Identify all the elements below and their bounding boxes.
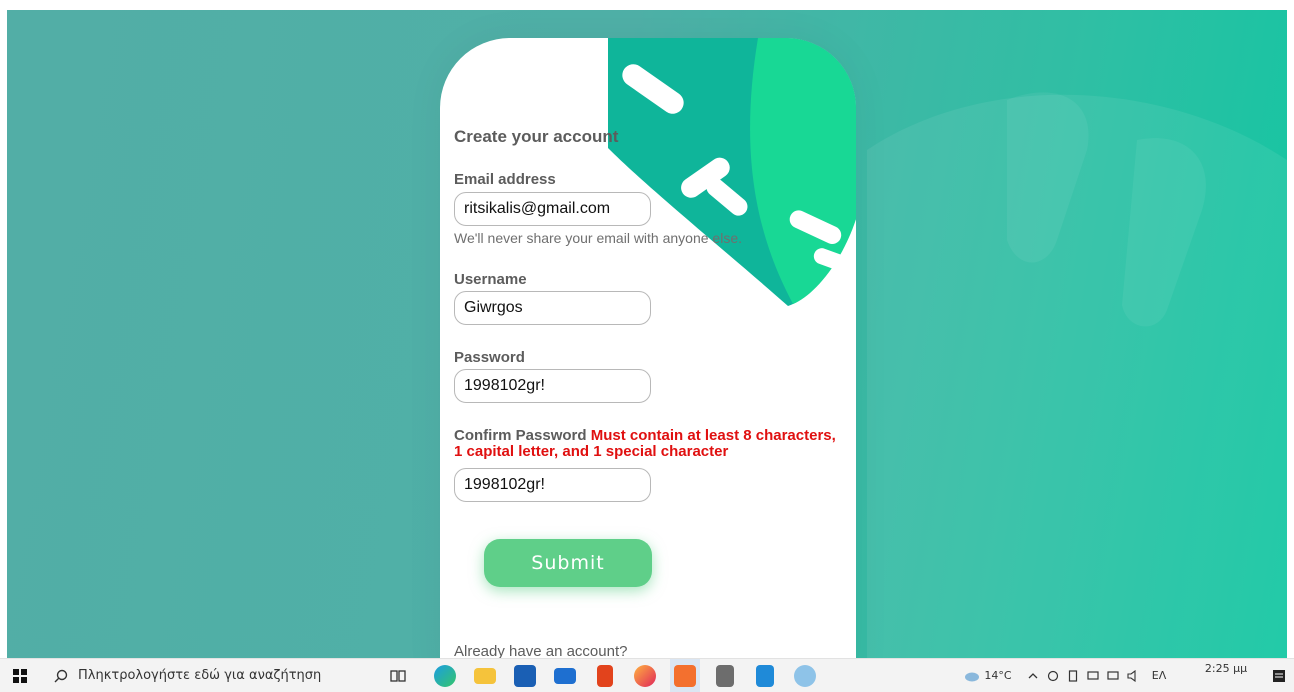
file-explorer-icon[interactable]: [470, 659, 500, 692]
weather-widget[interactable]: 14°C: [952, 659, 1022, 692]
chevron-up-icon[interactable]: [1024, 659, 1042, 692]
firefox-icon[interactable]: [630, 659, 660, 692]
cloud-icon: [965, 672, 980, 681]
start-button[interactable]: [0, 659, 40, 692]
wifi-icon[interactable]: [1104, 659, 1122, 692]
clock[interactable]: 2:25 μμ: [1200, 659, 1252, 692]
username-label: Username: [454, 271, 527, 288]
vscode-icon[interactable]: [750, 659, 780, 692]
edge-browser-icon[interactable]: [430, 659, 460, 692]
store-icon[interactable]: [510, 659, 540, 692]
confirm-password-field[interactable]: [454, 468, 651, 502]
login-prompt[interactable]: Already have an account?: [454, 643, 627, 658]
volume-icon[interactable]: [1124, 659, 1144, 692]
xampp-icon[interactable]: [670, 659, 700, 692]
windows-taskbar: Πληκτρολογήστε εδώ για αναζήτηση 14°C ΕΛ…: [0, 658, 1294, 692]
leaf-decoration: [608, 38, 856, 306]
confirm-password-label: Confirm Password: [454, 427, 587, 444]
email-hint: We'll never share your email with anyone…: [454, 230, 742, 246]
email-field[interactable]: [454, 192, 651, 226]
language-indicator[interactable]: ΕΛ: [1148, 659, 1170, 692]
signup-card: Create your account Email address We'll …: [440, 38, 856, 658]
network-status-icon[interactable]: [1044, 659, 1062, 692]
username-field[interactable]: [454, 291, 651, 325]
submit-button[interactable]: Submit: [484, 539, 652, 587]
email-label: Email address: [454, 171, 556, 188]
password-label: Password: [454, 349, 525, 366]
taskbar-search-box[interactable]: Πληκτρολογήστε εδώ για αναζήτηση: [40, 659, 370, 692]
windows-logo-icon: [13, 668, 27, 683]
app-icon[interactable]: [710, 659, 740, 692]
notifications-icon[interactable]: [1268, 659, 1290, 692]
search-placeholder: Πληκτρολογήστε εδώ για αναζήτηση: [78, 668, 322, 683]
office-icon[interactable]: [590, 659, 620, 692]
weather-temperature: 14°C: [984, 669, 1012, 682]
search-icon: [54, 669, 68, 682]
task-view-icon[interactable]: [384, 659, 412, 692]
display-icon[interactable]: [1084, 659, 1102, 692]
mail-icon[interactable]: [550, 659, 580, 692]
password-field[interactable]: [454, 369, 651, 403]
confirm-password-label-row: Confirm Password Must contain at least 8…: [454, 428, 844, 460]
form-title: Create your account: [454, 127, 619, 146]
battery-icon[interactable]: [1064, 659, 1082, 692]
app-viewport: Create your account Email address We'll …: [7, 10, 1287, 658]
paint-icon[interactable]: [790, 659, 820, 692]
